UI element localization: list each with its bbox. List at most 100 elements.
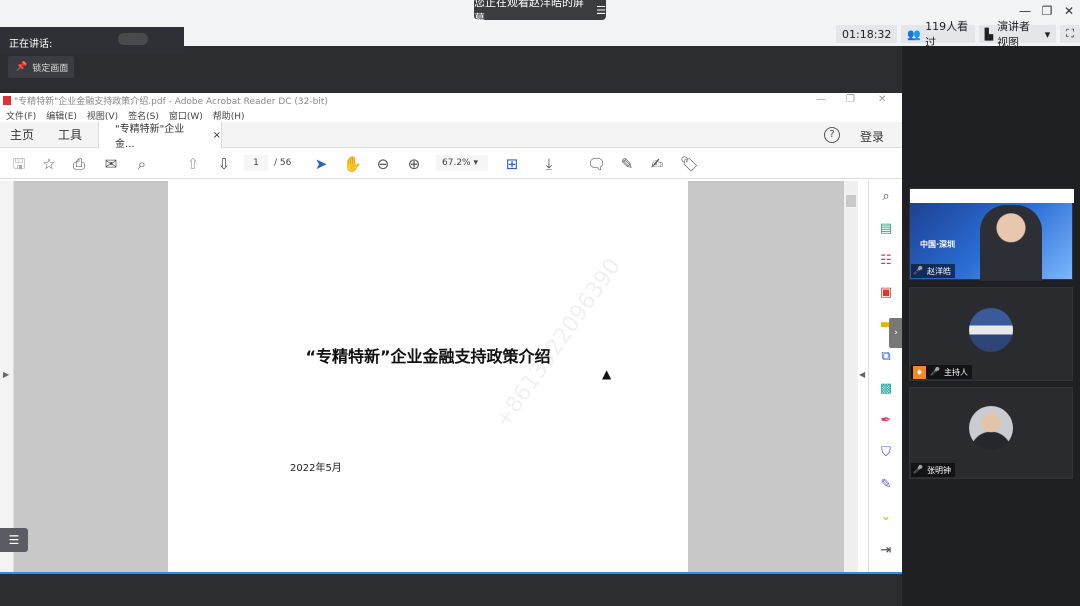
highlight-pen-icon[interactable]: ✎ [618, 155, 636, 173]
sharing-banner[interactable]: 您正在观看赵洋皓的屏幕 ☰ [474, 0, 606, 25]
viewer-background-right [688, 181, 844, 573]
email-icon[interactable]: ✉ [102, 155, 120, 173]
mic-icon: 🎤 [930, 367, 940, 376]
lock-screen-label: 锁定画面 [32, 63, 69, 74]
timer: 01:18:32 [836, 25, 898, 43]
collapse-pane-icon[interactable]: ⇥ [878, 543, 894, 559]
pane-toggle-button[interactable]: › [889, 318, 903, 348]
document-date: 2022年5月 [290, 463, 342, 474]
export-pdf-icon[interactable]: ▤ [878, 221, 894, 237]
list-menu-button[interactable]: ☰ [0, 528, 28, 552]
tools-pane: ⌕ ▤ ☷ ▣ ▬ ⧉ ▩ ✒ ⛉ ✎ ⌄ ⇥ [868, 181, 902, 573]
avatar [969, 308, 1013, 352]
acrobat-close-icon[interactable]: ✕ [878, 94, 886, 105]
prev-page-icon[interactable]: ⇧ [184, 155, 202, 173]
chevron-down-icon: ▾ [1044, 27, 1051, 41]
protect-icon[interactable]: ⛉ [878, 445, 894, 461]
fit-page-icon[interactable]: ⊞ [503, 155, 521, 173]
video-brand: 中国·深圳 [920, 240, 956, 249]
tab-tools[interactable]: 工具 [58, 126, 82, 143]
menu-view[interactable]: 视图(V) [87, 109, 118, 122]
acrobat-restore-icon[interactable]: ❐ [846, 94, 855, 105]
minimize-icon[interactable]: — [1016, 4, 1034, 18]
menu-edit[interactable]: 编辑(E) [46, 109, 77, 122]
search-icon[interactable]: ⌕ [133, 155, 151, 173]
fullscreen-button[interactable]: ⛶ [1060, 25, 1080, 43]
draw-icon[interactable]: ✍ [648, 155, 666, 173]
hand-tool-icon[interactable]: ✋ [343, 155, 362, 173]
tab-bar: 主页 工具 "专精特新"企业金... × ? 登录 [0, 122, 902, 150]
more-tools-icon[interactable]: ⌄ [878, 509, 894, 525]
sign-icon[interactable]: ✒ [878, 413, 894, 429]
create-pdf-icon[interactable]: ▣ [878, 285, 894, 301]
share-border [0, 572, 902, 574]
menu-icon[interactable]: ☰ [596, 4, 606, 17]
comment-icon[interactable]: 🗨 [587, 155, 606, 173]
acrobat-minimize-icon[interactable]: — [816, 94, 826, 105]
menu-help[interactable]: 帮助(H) [213, 109, 245, 122]
viewer-background-left [14, 181, 168, 573]
timer-text: 01:18:32 [842, 27, 892, 41]
page-navigator: 1 / 56 [244, 155, 291, 171]
page-input[interactable]: 1 [244, 155, 268, 171]
enhance-zoom-icon[interactable]: ⌕ [878, 189, 894, 205]
expand-right-icon[interactable]: ◀ [859, 370, 865, 379]
vertical-scrollbar[interactable] [844, 181, 858, 573]
next-page-icon[interactable]: ⇩ [215, 155, 233, 173]
participant-video-host[interactable]: ♦ 🎤 主持人 [909, 287, 1073, 381]
organize-pages-icon[interactable]: ☷ [878, 253, 894, 269]
fill-sign-icon[interactable]: ✎ [878, 477, 894, 493]
speaker-name-blur [118, 33, 148, 45]
print-icon[interactable]: ⎙ [70, 155, 88, 173]
expand-left-icon[interactable]: ▶ [3, 370, 9, 379]
participant-name-tag: ♦ 🎤 主持人 [911, 365, 972, 379]
speaking-indicator: 正在讲话: [0, 27, 184, 54]
acrobat-toolbar: 🖫 ☆ ⎙ ✉ ⌕ ⇧ ⇩ 1 / 56 ➤ ✋ ⊖ ⊕ 67.2% ▾ ⊞ ⤓… [0, 148, 902, 179]
tab-close-icon[interactable]: × [213, 130, 221, 141]
view-mode-button[interactable]: ▙ 演讲者视图 ▾ [978, 20, 1057, 49]
zoom-select[interactable]: 67.2% ▾ [436, 155, 488, 171]
compress-icon[interactable]: ▩ [878, 381, 894, 397]
host-badge-icon: ♦ [913, 365, 926, 379]
combine-files-icon[interactable]: ⧉ [878, 349, 894, 365]
meeting-window: 您正在观看赵洋皓的屏幕 ☰ — ❐ ✕ 01:18:32 👥 119人看过 ▙ 演讲… [0, 0, 1080, 606]
sharing-banner-text: 您正在观看赵洋皓的屏幕 [474, 0, 584, 25]
menu-file[interactable]: 文件(F) [6, 109, 36, 122]
mic-icon: 🎤 [913, 266, 923, 275]
zoom-out-icon[interactable]: ⊖ [374, 155, 392, 173]
zoom-in-icon[interactable]: ⊕ [405, 155, 423, 173]
stamp-icon[interactable]: 🏷 [680, 155, 699, 173]
pdf-icon [3, 96, 11, 105]
participant-name: 主持人 [944, 367, 968, 377]
participant-name-tag: 🎤 赵洋皓 [911, 264, 955, 278]
speaker-video [980, 205, 1042, 281]
scrollbar-thumb[interactable] [846, 195, 856, 207]
tab-home[interactable]: 主页 [10, 126, 34, 143]
pdf-page[interactable]: +8613922096390 “专精特新”企业金融支持政策介绍 2022年5月 … [168, 181, 688, 573]
help-icon[interactable]: ? [824, 127, 840, 143]
scroll-mode-icon[interactable]: ⤓ [540, 155, 558, 173]
acrobat-window: "专精特新"企业金融支持政策介绍.pdf - Adobe Acrobat Rea… [0, 93, 902, 573]
zoom-value: 67.2% [442, 158, 471, 168]
bookmark-star-icon[interactable]: ☆ [40, 155, 58, 173]
fullscreen-icon: ⛶ [1066, 27, 1074, 40]
select-cursor-icon[interactable]: ➤ [312, 155, 330, 173]
people-icon: 👥 [907, 27, 922, 41]
lock-screen-button[interactable]: 📌 锁定画面 [8, 56, 74, 78]
tab-document[interactable]: "专精特新"企业金... × [98, 122, 222, 150]
participant-video-speaker[interactable]: 中国·深圳 🎤 赵洋皓 [909, 188, 1074, 281]
participant-name: 张明钟 [927, 465, 951, 475]
save-icon[interactable]: 🖫 [10, 155, 28, 173]
participant-video[interactable]: 🎤 张明钟 [909, 387, 1073, 479]
restore-icon[interactable]: ❐ [1038, 4, 1056, 18]
video-banner [910, 189, 1074, 203]
list-icon: ☰ [8, 533, 20, 547]
viewers-button[interactable]: 👥 119人看过 [901, 20, 975, 49]
login-button[interactable]: 登录 [860, 128, 884, 145]
layout-icon: ▙ [984, 27, 994, 41]
window-title: "专精特新"企业金融支持政策介绍.pdf - Adobe Acrobat Rea… [14, 97, 328, 107]
pin-icon: 📌 [16, 62, 28, 72]
participant-name: 赵洋皓 [927, 266, 951, 276]
close-icon[interactable]: ✕ [1060, 4, 1078, 18]
avatar [969, 406, 1013, 450]
